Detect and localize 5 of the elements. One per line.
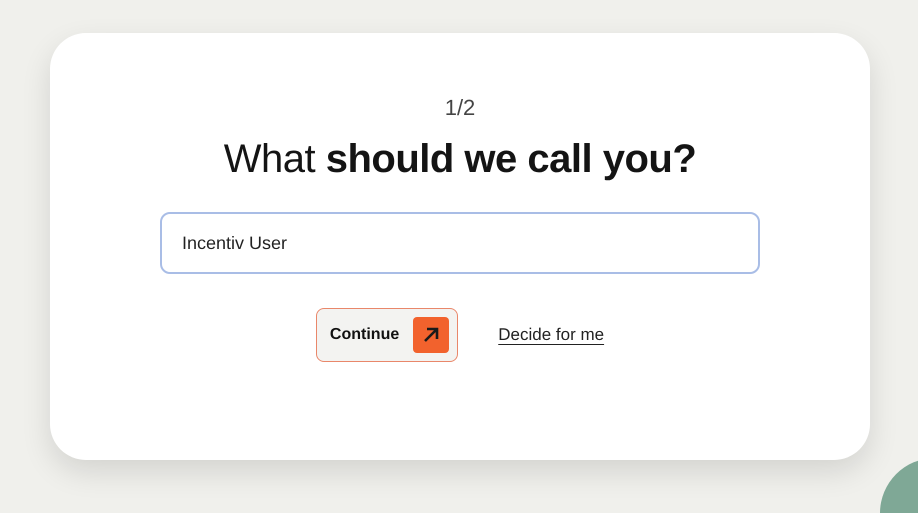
continue-button[interactable]: Continue <box>316 308 458 362</box>
decide-for-me-link[interactable]: Decide for me <box>498 325 604 345</box>
step-counter: 1/2 <box>444 95 476 121</box>
name-input-field[interactable]: Incentiv User <box>160 212 760 274</box>
heading: What should we call you? <box>224 137 696 182</box>
